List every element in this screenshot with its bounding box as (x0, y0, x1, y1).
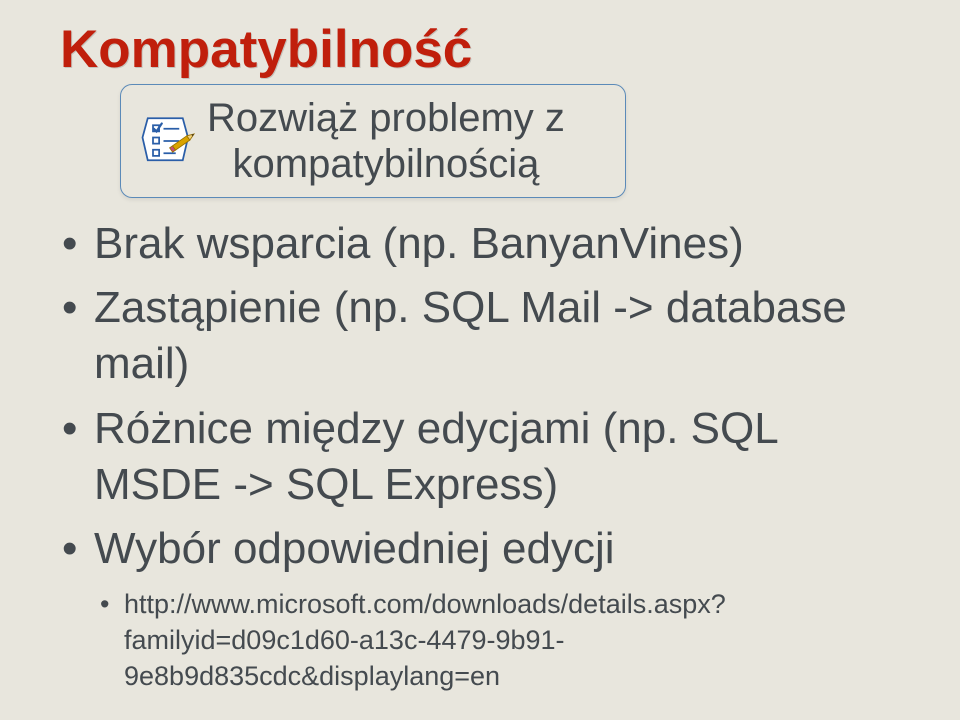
bullet-text: Zastąpienie (np. SQL Mail -> database ma… (94, 283, 847, 388)
list-item: Różnice między edycjami (np. SQL MSDE ->… (60, 401, 900, 514)
callout-container: Rozwiąż problemy z kompatybilnością (120, 84, 900, 198)
bullet-text: Wybór odpowiedniej edycji (94, 524, 615, 573)
checklist-icon (139, 113, 195, 169)
sub-list-item: http://www.microsoft.com/downloads/detai… (94, 586, 900, 695)
list-item: Brak wsparcia (np. BanyanVines) (60, 216, 900, 272)
list-item: Zastąpienie (np. SQL Mail -> database ma… (60, 280, 900, 393)
callout-line-2: kompatybilnością (233, 142, 540, 186)
bullet-text: Różnice między edycjami (np. SQL MSDE ->… (94, 404, 777, 509)
slide: Kompatybilność (0, 0, 960, 720)
slide-title: Kompatybilność (60, 22, 900, 78)
bullet-list: Brak wsparcia (np. BanyanVines) Zastąpie… (60, 216, 900, 695)
bullet-text: Brak wsparcia (np. BanyanVines) (94, 219, 744, 268)
list-item: Wybór odpowiedniej edycji http://www.mic… (60, 521, 900, 695)
sub-link-text: http://www.microsoft.com/downloads/detai… (124, 589, 726, 692)
sub-list: http://www.microsoft.com/downloads/detai… (94, 586, 900, 695)
callout-text: Rozwiąż problemy z kompatybilnością (207, 95, 565, 187)
callout-box: Rozwiąż problemy z kompatybilnością (120, 84, 626, 198)
callout-line-1: Rozwiąż problemy z (207, 96, 565, 140)
